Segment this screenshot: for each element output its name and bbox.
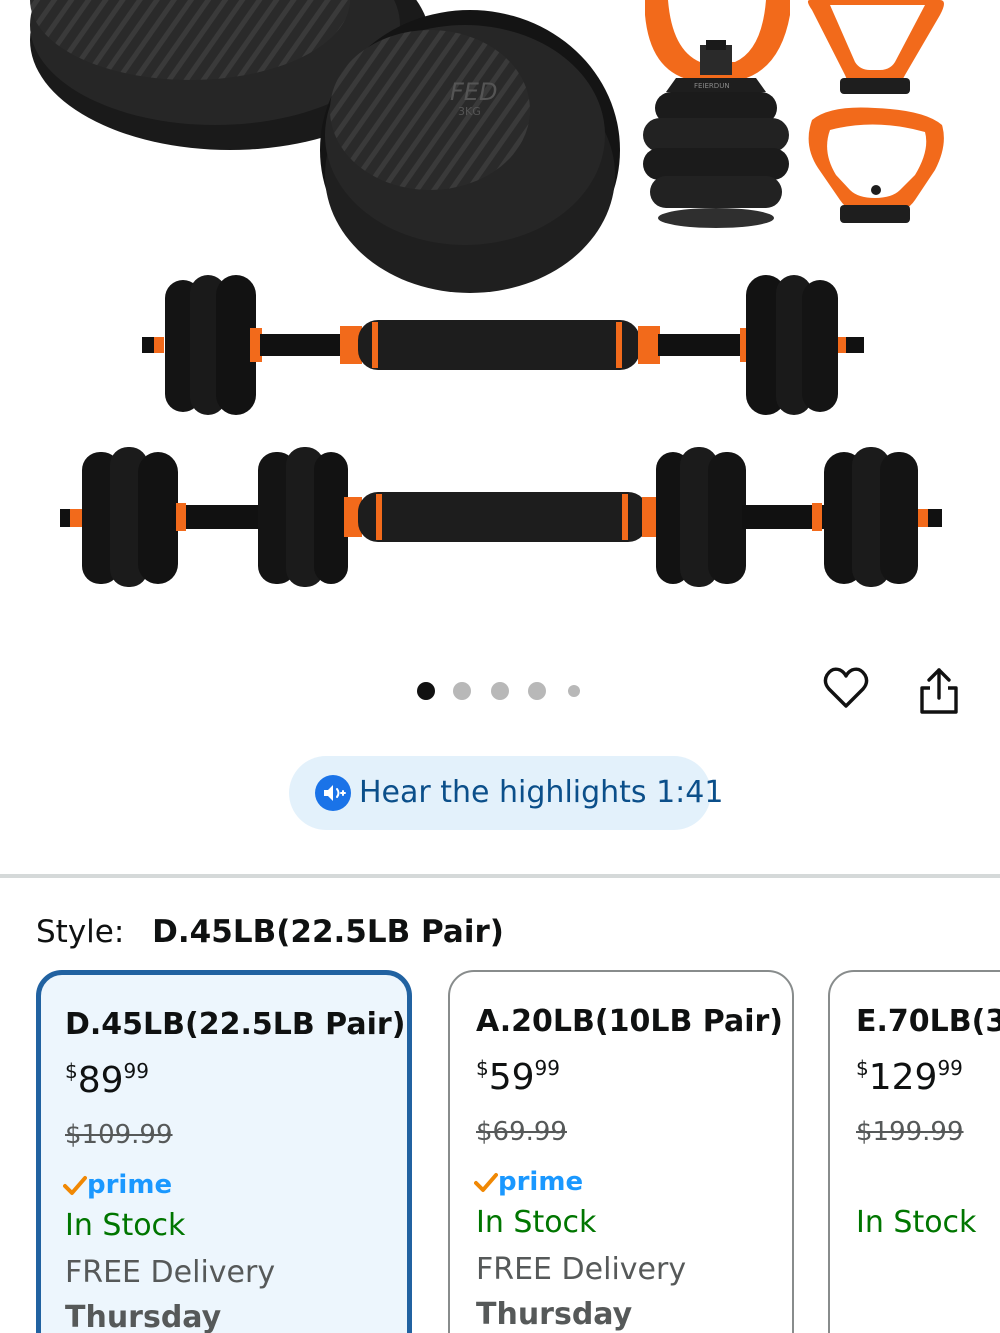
audio-speaker-icon (315, 775, 351, 811)
variant-stock-status: In Stock (856, 1205, 977, 1240)
product-photo: FED 3KG FEIERDUN (30, 0, 944, 587)
prime-check-icon (63, 1176, 87, 1195)
price-currency: $ (65, 1059, 78, 1083)
variant-title: A.20LB(10LB Pair) (476, 1004, 784, 1039)
hear-highlights-label: Hear the highlights 1:41 (359, 775, 724, 810)
variant-price: $5999 (476, 1056, 560, 1098)
prime-label: prime (498, 1167, 584, 1197)
style-value: D.45LB(22.5LB Pair) (152, 914, 504, 950)
variant-list-price: $109.99 (65, 1120, 173, 1150)
price-fraction: 99 (937, 1056, 963, 1080)
carousel-dot-2[interactable] (453, 682, 471, 700)
plate-weight-mark: 3KG (458, 105, 481, 118)
variant-delivery: FREE Delivery (476, 1252, 687, 1287)
price-currency: $ (856, 1056, 869, 1080)
brand-mark: FED (450, 78, 497, 106)
variant-delivery: FREE Delivery (65, 1255, 276, 1290)
variant-price: $12999 (856, 1056, 963, 1098)
kettle-handle-mark: FEIERDUN (694, 82, 730, 90)
carousel-dot-5[interactable] (568, 685, 580, 697)
variant-title: D.45LB(22.5LB Pair) (65, 1007, 406, 1042)
price-currency: $ (476, 1056, 489, 1080)
variant-card-partial[interactable]: E.70LB(3 $12999 $199.99 In Stock (828, 970, 1000, 1333)
barbell-short-image (142, 275, 864, 415)
variant-card[interactable]: A.20LB(10LB Pair) $5999 $69.99 prime In … (448, 970, 794, 1333)
variant-list-price: $69.99 (476, 1117, 567, 1147)
variant-stock-status: In Stock (65, 1208, 186, 1243)
variant-list-price: $199.99 (856, 1117, 964, 1147)
large-dumbbell-image: FED 3KG (30, 0, 620, 293)
prime-badge: prime (474, 1167, 583, 1201)
prime-label: prime (87, 1170, 173, 1200)
carousel-dot-4[interactable] (528, 682, 546, 700)
price-fraction: 99 (123, 1059, 149, 1083)
barbell-long-image (60, 447, 942, 587)
carousel-dot-1[interactable] (417, 682, 435, 700)
prime-badge: prime (63, 1170, 172, 1204)
price-whole: 59 (488, 1057, 535, 1098)
variant-stock-status: In Stock (476, 1205, 597, 1240)
share-icon[interactable] (916, 666, 962, 716)
variant-price: $8999 (65, 1059, 149, 1101)
section-divider (0, 874, 1000, 878)
variant-delivery-day: Thursday (65, 1300, 222, 1333)
price-fraction: 99 (534, 1056, 560, 1080)
variant-title: E.70LB(3 (856, 1004, 1000, 1039)
kettlebell-handles-image (807, 0, 944, 223)
price-whole: 89 (77, 1060, 124, 1101)
heart-outline-icon[interactable] (822, 664, 870, 712)
style-selector-label: Style: D.45LB(22.5LB Pair) (36, 908, 504, 956)
style-key: Style: (36, 914, 125, 950)
price-whole: 129 (868, 1057, 938, 1098)
prime-check-icon (474, 1173, 498, 1192)
product-image[interactable]: FED 3KG FEIERDUN (0, 0, 1000, 640)
hear-highlights-button[interactable]: Hear the highlights 1:41 (289, 756, 723, 830)
variant-delivery-day: Thursday (476, 1297, 633, 1332)
carousel-dot-3[interactable] (491, 682, 509, 700)
variant-card-selected[interactable]: D.45LB(22.5LB Pair) $8999 $109.99 prime … (36, 970, 412, 1333)
kettlebell-image: FEIERDUN (643, 0, 790, 228)
